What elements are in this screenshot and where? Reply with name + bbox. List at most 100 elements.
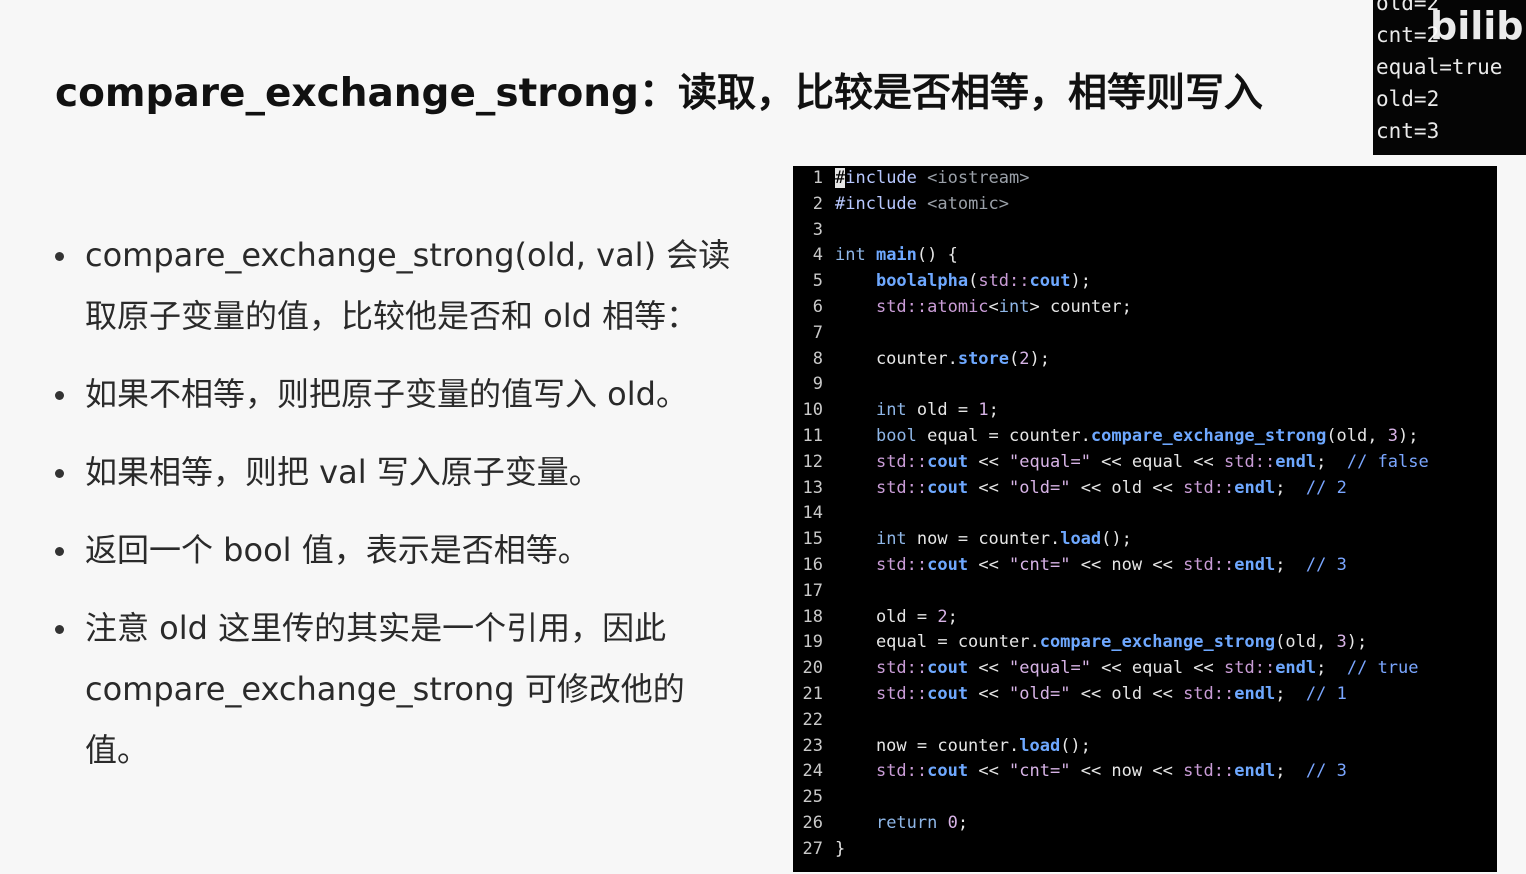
line-number: 17 xyxy=(802,580,823,601)
code-line[interactable]: 22 xyxy=(793,708,1497,734)
code-line[interactable]: 8 counter.store(2); xyxy=(793,347,1497,373)
code-token: now = counter. xyxy=(835,735,1020,756)
code-line[interactable]: 17 xyxy=(793,579,1497,605)
code-line[interactable]: 4 int main() { xyxy=(793,243,1497,269)
code-line[interactable]: 10 int old = 1; xyxy=(793,398,1497,424)
code-line[interactable]: 13 std::cout << "old=" << old << std::en… xyxy=(793,476,1497,502)
code-editor[interactable]: 1 #include <iostream> 2 #include <atomic> 3 4… xyxy=(793,166,1497,872)
code-token: (old, xyxy=(1275,632,1337,653)
code-token: std:: xyxy=(875,658,928,679)
code-token: std:: xyxy=(1224,658,1276,679)
code-line[interactable]: 24 std::cout << "cnt=" << now << std::en… xyxy=(793,759,1497,785)
code-line[interactable]: 9 xyxy=(793,372,1497,398)
code-token: std:: xyxy=(1224,451,1276,472)
code-token: "old=" xyxy=(1009,477,1071,498)
code-token: old = xyxy=(916,400,979,421)
code-line[interactable]: 14 xyxy=(793,501,1497,527)
code-token: ); xyxy=(1029,348,1050,369)
code-token: return xyxy=(875,812,948,833)
code-token: 2 xyxy=(1019,348,1030,369)
code-token: ); xyxy=(1070,271,1091,292)
code-token: ; xyxy=(1316,658,1347,679)
code-token: // 2 xyxy=(1305,477,1347,498)
bullet-item: compare_exchange_strong(old, val) 会读取原子变… xyxy=(50,225,740,347)
code-token: << old << xyxy=(1070,477,1184,498)
code-token: "equal=" xyxy=(1009,451,1091,472)
code-line[interactable]: 1 #include <iostream> xyxy=(793,166,1497,192)
code-line[interactable]: 16 std::cout << "cnt=" << now << std::en… xyxy=(793,553,1497,579)
code-token: <iostream> xyxy=(927,168,1030,188)
code-line[interactable]: 7 xyxy=(793,321,1497,347)
code-token: (); xyxy=(1101,529,1132,550)
code-token: () { xyxy=(916,245,958,266)
code-token: "cnt=" xyxy=(1009,554,1071,575)
code-token: > counter; xyxy=(1029,296,1132,317)
code-token: <atomic> xyxy=(927,193,1010,214)
code-line[interactable]: 21 std::cout << "old=" << old << std::en… xyxy=(793,682,1497,708)
code-line[interactable]: 18 old = 2; xyxy=(793,605,1497,631)
code-token: 0 xyxy=(947,812,958,833)
code-token: cout xyxy=(927,683,969,704)
line-number: 20 xyxy=(802,658,823,679)
code-line[interactable]: 25 xyxy=(793,785,1497,811)
code-line[interactable]: 20 std::cout << "equal=" << equal << std… xyxy=(793,656,1497,682)
code-line[interactable]: 3 xyxy=(793,218,1497,244)
code-token: ; xyxy=(1316,451,1347,472)
code-token: << xyxy=(968,554,1010,575)
line-number: 18 xyxy=(802,606,823,627)
code-line[interactable]: 27} xyxy=(793,837,1497,863)
code-token: include xyxy=(845,168,928,188)
code-token: cout xyxy=(927,761,969,782)
code-token: main xyxy=(875,245,917,266)
code-line[interactable]: 5 boolalpha(std::cout); xyxy=(793,269,1497,295)
line-number: 2 xyxy=(812,193,823,214)
code-token: endl xyxy=(1234,477,1276,498)
line-number: 21 xyxy=(802,683,823,704)
line-number: 22 xyxy=(802,709,823,730)
code-token: std:: xyxy=(875,554,928,575)
code-line[interactable]: 12 std::cout << "equal=" << equal << std… xyxy=(793,450,1497,476)
line-number: 19 xyxy=(802,632,823,653)
code-token: << xyxy=(968,451,1010,472)
code-token: << xyxy=(968,477,1010,498)
line-number: 25 xyxy=(802,787,823,808)
code-token: cout xyxy=(927,477,969,498)
code-line[interactable]: 11 bool equal = counter.compare_exchange… xyxy=(793,424,1497,450)
code-token: std:: xyxy=(875,477,928,498)
code-token: << now << xyxy=(1070,554,1184,575)
code-token: << equal << xyxy=(1090,451,1224,472)
code-token: old = xyxy=(835,606,938,627)
code-line[interactable]: 23 now = counter.load(); xyxy=(793,734,1497,760)
code-token: std:: xyxy=(1183,554,1235,575)
code-token: std:: xyxy=(875,451,928,472)
code-line[interactable]: 26 return 0; xyxy=(793,811,1497,837)
code-line[interactable]: 19 equal = counter.compare_exchange_stro… xyxy=(793,630,1497,656)
code-token: int xyxy=(835,245,876,266)
code-token: std:: xyxy=(875,761,928,782)
code-token: load xyxy=(1019,735,1061,756)
code-token: cout xyxy=(927,658,969,679)
code-line[interactable]: 15 int now = counter.load(); xyxy=(793,527,1497,553)
code-token: ; xyxy=(1275,554,1306,575)
code-token: ; xyxy=(947,606,958,627)
line-number: 23 xyxy=(802,735,823,756)
code-line[interactable]: 6 std::atomic<int> counter; xyxy=(793,295,1497,321)
code-token: ; xyxy=(988,400,999,421)
slide-title: compare_exchange_strong：读取，比较是否相等，相等则写入 xyxy=(55,71,1263,116)
code-token: < xyxy=(988,296,999,317)
terminal-line: cnt=3 xyxy=(1376,119,1440,143)
code-token: std::atomic xyxy=(875,296,989,317)
code-token: << equal << xyxy=(1090,658,1224,679)
code-token: #include xyxy=(835,193,928,214)
code-token: ); xyxy=(1397,425,1419,446)
code-line[interactable]: 2 #include <atomic> xyxy=(793,192,1497,218)
code-token: std:: xyxy=(1183,761,1235,782)
text-cursor: # xyxy=(835,168,846,188)
code-token: 3 xyxy=(1387,425,1398,446)
code-token: // 1 xyxy=(1305,683,1347,704)
